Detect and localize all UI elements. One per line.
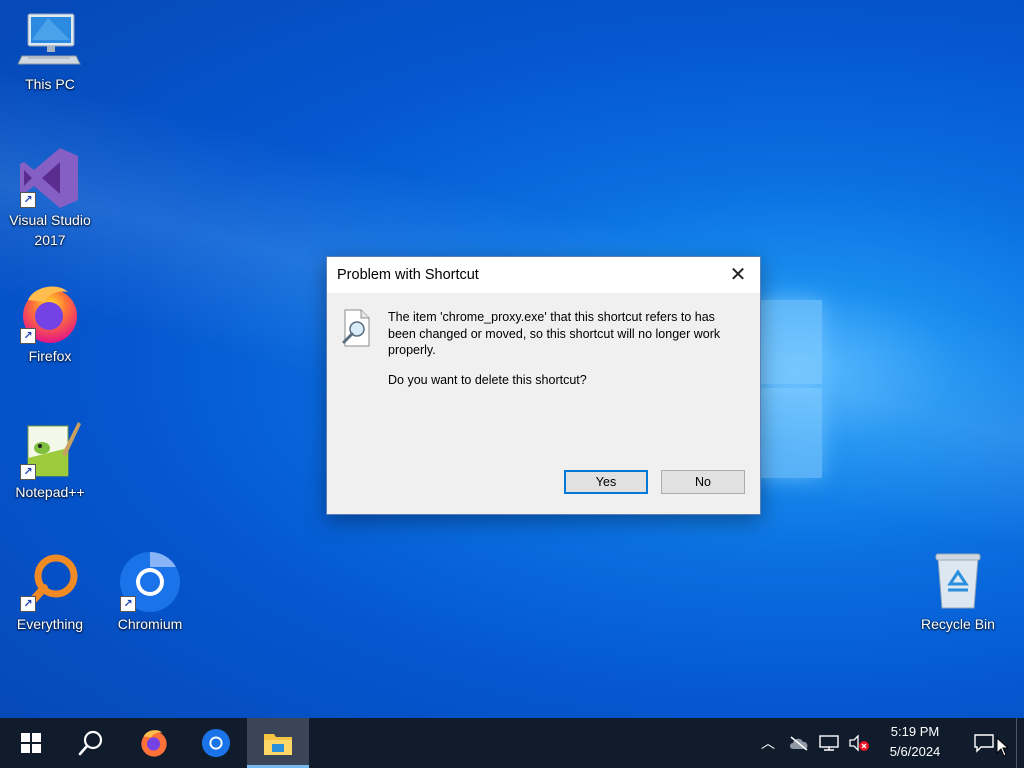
close-icon: ✕ bbox=[729, 262, 747, 286]
chromium-icon bbox=[201, 728, 231, 758]
show-hidden-icons-button[interactable]: ︿ bbox=[756, 718, 780, 768]
desktop-icon-label: Chromium bbox=[117, 616, 183, 632]
volume-tray-button[interactable] bbox=[846, 718, 872, 768]
file-search-icon bbox=[341, 309, 371, 347]
start-button[interactable] bbox=[0, 718, 62, 768]
network-icon bbox=[819, 735, 839, 751]
taskbar-search-button[interactable] bbox=[60, 718, 122, 768]
clock-time: 5:19 PM bbox=[890, 724, 940, 739]
file-explorer-icon bbox=[264, 734, 292, 755]
shortcut-arrow-icon: ↗ bbox=[20, 464, 36, 480]
shortcut-arrow-icon: ↗ bbox=[20, 328, 36, 344]
recycle-bin-icon bbox=[926, 550, 990, 614]
firefox-icon bbox=[141, 730, 167, 757]
onedrive-tray-button[interactable] bbox=[786, 718, 812, 768]
taskbar: ︿ 5:19 PM 5/6/2024 bbox=[0, 718, 1024, 768]
desktop-icon-firefox[interactable]: ↗ Firefox bbox=[2, 282, 98, 366]
desktop-icon-label: Notepad++ bbox=[15, 484, 85, 500]
chevron-up-icon: ︿ bbox=[761, 736, 775, 752]
volume-muted-icon bbox=[849, 734, 869, 752]
wallpaper-windows-logo bbox=[758, 288, 824, 484]
taskbar-chromium[interactable] bbox=[185, 718, 247, 768]
desktop-icon-this-pc[interactable]: This PC bbox=[2, 10, 98, 94]
desktop-icon-recycle-bin[interactable]: Recycle Bin bbox=[910, 550, 1006, 634]
action-center-icon bbox=[974, 734, 994, 753]
search-icon bbox=[78, 730, 103, 756]
everything-search-icon: ↗ bbox=[18, 550, 82, 614]
desktop-icon-label: Firefox bbox=[28, 348, 72, 364]
shortcut-arrow-icon: ↗ bbox=[20, 596, 36, 612]
taskbar-clock[interactable]: 5:19 PM 5/6/2024 bbox=[870, 722, 960, 762]
desktop-icon-label: This PC bbox=[25, 76, 75, 92]
show-desktop-button[interactable] bbox=[1016, 718, 1024, 768]
dialog-question: Do you want to delete this shortcut? bbox=[388, 373, 587, 387]
firefox-icon: ↗ bbox=[18, 282, 82, 346]
taskbar-firefox[interactable] bbox=[123, 718, 185, 768]
desktop-icon-everything[interactable]: ↗ Everything bbox=[2, 550, 98, 634]
windows-start-icon bbox=[21, 733, 41, 753]
notepadpp-icon: ↗ bbox=[18, 418, 82, 482]
desktop-icon-label: Visual Studio 2017 bbox=[9, 212, 91, 248]
computer-icon bbox=[17, 10, 82, 74]
dialog-titlebar[interactable]: Problem with Shortcut ✕ bbox=[327, 257, 760, 293]
shortcut-arrow-icon: ↗ bbox=[120, 596, 136, 612]
onedrive-offline-icon bbox=[790, 736, 808, 751]
desktop-icon-visual-studio[interactable]: ↗ Visual Studio 2017 bbox=[2, 146, 98, 250]
shortcut-arrow-icon: ↗ bbox=[20, 192, 36, 208]
chromium-icon: ↗ bbox=[118, 550, 182, 614]
problem-with-shortcut-dialog: Problem with Shortcut ✕ The item 'chrome… bbox=[326, 256, 761, 515]
visual-studio-icon: ↗ bbox=[18, 146, 82, 210]
desktop-icon-notepadpp[interactable]: ↗ Notepad++ bbox=[2, 418, 98, 502]
network-tray-button[interactable] bbox=[816, 718, 842, 768]
dialog-title: Problem with Shortcut bbox=[337, 267, 479, 283]
clock-date: 5/6/2024 bbox=[889, 744, 941, 759]
desktop-icon-chromium[interactable]: ↗ Chromium bbox=[102, 550, 198, 634]
yes-button[interactable]: Yes bbox=[564, 470, 648, 494]
dialog-message: The item 'chrome_proxy.exe' that this sh… bbox=[388, 310, 721, 357]
desktop-icon-label: Everything bbox=[16, 616, 84, 632]
close-button[interactable]: ✕ bbox=[716, 257, 760, 293]
mouse-cursor-icon bbox=[996, 737, 1010, 757]
no-button[interactable]: No bbox=[661, 470, 745, 494]
desktop-icon-label: Recycle Bin bbox=[921, 616, 995, 632]
taskbar-file-explorer[interactable] bbox=[247, 718, 309, 768]
